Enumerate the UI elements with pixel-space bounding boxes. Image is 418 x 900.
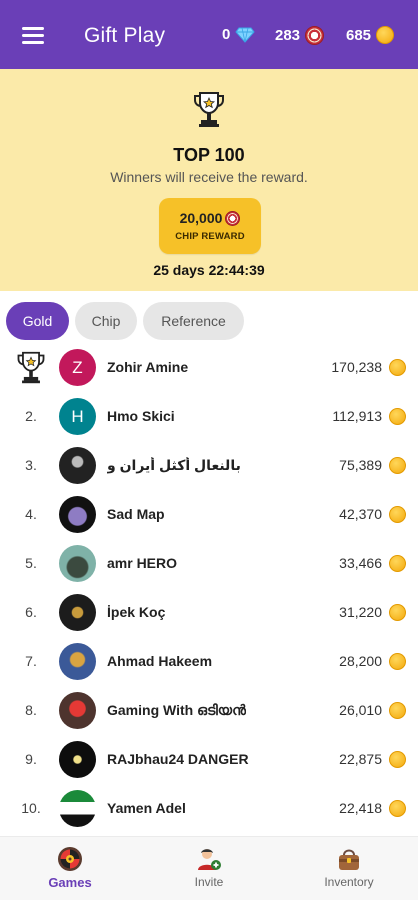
gold-coin-icon — [389, 751, 406, 768]
player-name: Zohir Amine — [107, 359, 189, 375]
rank-number: 10. — [21, 800, 41, 816]
rank-number: 8. — [25, 702, 37, 718]
leaderboard-list: Z Zohir Amine 170,238 2. H Hmo Skici 112… — [0, 343, 418, 833]
leaderboard-tabs: Gold Chip Reference — [6, 302, 244, 340]
player-score: 42,370 — [339, 506, 382, 522]
casino-chip-icon — [225, 210, 241, 226]
trophy-icon — [17, 351, 45, 384]
gold-coin-icon — [389, 506, 406, 523]
tab-chip[interactable]: Chip — [75, 302, 137, 340]
reward-amount: 20,000 — [179, 210, 223, 226]
list-item[interactable]: Z Zohir Amine 170,238 — [0, 343, 418, 392]
coin-count: 685 — [346, 26, 372, 44]
person-add-icon — [198, 849, 221, 870]
player-name: Ahmad Hakeem — [107, 653, 213, 669]
player-name: Gaming With ഒടിയൻ — [107, 702, 247, 718]
player-name: بالنعال أكثل أيران و — [107, 457, 241, 473]
reward-banner: TOP 100 Winners will receive the reward.… — [0, 69, 418, 291]
gold-coin-icon — [389, 408, 406, 425]
tab-reference[interactable]: Reference — [143, 302, 244, 340]
rank-number: 6. — [25, 604, 37, 620]
hamburger-menu-icon[interactable] — [22, 27, 44, 44]
player-score: 75,389 — [339, 457, 382, 473]
rank-number: 7. — [25, 653, 37, 669]
nav-inventory[interactable]: Inventory — [309, 837, 389, 900]
nav-invite[interactable]: Invite — [169, 837, 249, 900]
gold-coin-icon — [389, 555, 406, 572]
countdown-timer: 25 days 22:44:39 — [153, 262, 265, 278]
list-item[interactable]: 7. Ahmad Hakeem 28,200 — [0, 637, 418, 686]
avatar: H — [59, 398, 96, 435]
nav-label: Games — [48, 875, 92, 890]
list-item[interactable]: 3. بالنعال أكثل أيران و 75,389 — [0, 441, 418, 490]
avatar: Z — [59, 349, 96, 386]
diamond-icon — [235, 27, 255, 43]
avatar — [59, 447, 96, 484]
gold-coin-icon — [376, 26, 395, 44]
player-name: Hmo Skici — [107, 408, 175, 424]
rank-number: 4. — [25, 506, 37, 522]
player-score: 31,220 — [339, 604, 382, 620]
player-name: RAJbhau24 DANGER — [107, 751, 249, 767]
gold-coin-icon — [389, 702, 406, 719]
diamond-count: 0 — [222, 26, 231, 43]
avatar — [59, 692, 96, 729]
rank-number: 9. — [25, 751, 37, 767]
gold-coin-icon — [389, 653, 406, 670]
player-score: 22,418 — [339, 800, 382, 816]
player-name: Sad Map — [107, 506, 165, 522]
trophy-icon — [194, 92, 224, 127]
casino-chip-icon — [305, 26, 325, 45]
player-name: amr HERO — [107, 555, 178, 571]
list-item[interactable]: 6. İpek Koç 31,220 — [0, 588, 418, 637]
list-item[interactable]: 2. H Hmo Skici 112,913 — [0, 392, 418, 441]
list-item[interactable]: 8. Gaming With ഒടിയൻ 26,010 — [0, 686, 418, 735]
reward-amount-row: 20,000 — [159, 210, 261, 226]
player-score: 112,913 — [332, 408, 382, 424]
app-title: Gift Play — [84, 24, 166, 47]
banner-title: TOP 100 — [173, 145, 245, 165]
banner-subtitle: Winners will receive the reward. — [110, 169, 308, 185]
list-item[interactable]: 5. amr HERO 33,466 — [0, 539, 418, 588]
player-score: 22,875 — [339, 751, 382, 767]
gold-coin-icon — [389, 457, 406, 474]
bottom-navigation: Games Invite Inventory — [0, 836, 418, 900]
player-name: İpek Koç — [107, 604, 166, 620]
bag-icon — [339, 849, 359, 870]
player-name: Yamen Adel — [107, 800, 186, 816]
nav-label: Inventory — [324, 875, 374, 889]
list-item[interactable]: 10. Yamen Adel 22,418 — [0, 784, 418, 833]
list-item[interactable]: 9. RAJbhau24 DANGER 22,875 — [0, 735, 418, 784]
player-score: 33,466 — [339, 555, 382, 571]
avatar — [59, 643, 96, 680]
avatar — [59, 545, 96, 582]
chip-reward-badge: 20,000 CHIP REWARD — [159, 198, 261, 254]
gold-coin-icon — [389, 359, 406, 376]
rank-number: 5. — [25, 555, 37, 571]
avatar — [59, 741, 96, 778]
player-score: 28,200 — [339, 653, 382, 669]
roulette-wheel-icon — [58, 847, 82, 871]
diamond-balance[interactable]: 0 — [222, 26, 255, 43]
avatar — [59, 790, 96, 827]
tab-gold[interactable]: Gold — [6, 302, 69, 340]
player-score: 26,010 — [339, 702, 382, 718]
player-score: 170,238 — [331, 359, 382, 375]
top-app-bar: Gift Play 0 283 685 — [0, 0, 418, 69]
avatar — [59, 594, 96, 631]
avatar — [59, 496, 96, 533]
list-item[interactable]: 4. Sad Map 42,370 — [0, 490, 418, 539]
nav-label: Invite — [194, 875, 224, 889]
chip-balance[interactable]: 283 — [275, 26, 325, 45]
rank-number: 2. — [25, 408, 37, 424]
chip-count: 283 — [275, 27, 301, 44]
rank-number: 3. — [25, 457, 37, 473]
gold-coin-icon — [389, 800, 406, 817]
gold-coin-icon — [389, 604, 406, 621]
coin-balance[interactable]: 685 — [346, 26, 395, 44]
reward-label: CHIP REWARD — [175, 231, 245, 242]
nav-games[interactable]: Games — [30, 837, 110, 900]
